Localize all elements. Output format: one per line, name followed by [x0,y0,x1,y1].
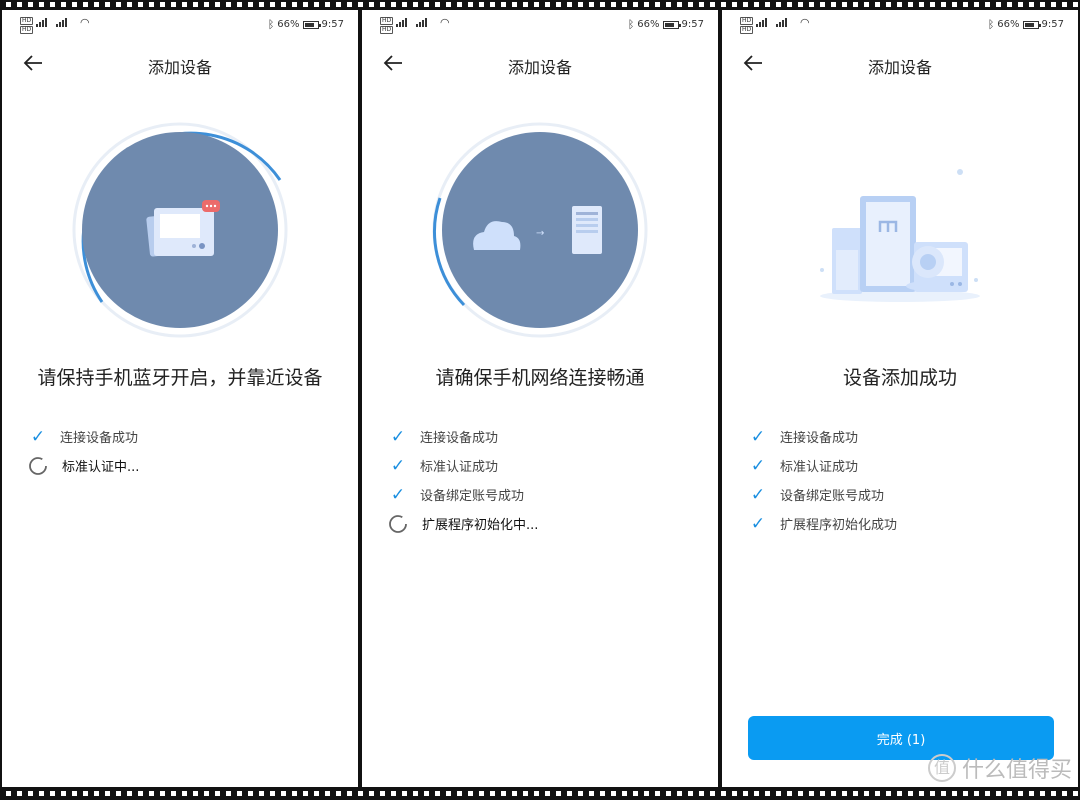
status-heading: 设备添加成功 [842,367,957,389]
wifi-icon: ◠ [440,16,450,29]
loading-spinner-icon [29,456,47,475]
page-title: 添加设备 [147,58,212,77]
nav-bar: 添加设备 [722,50,1078,80]
checkmark-icon: ✓ [390,484,406,505]
nav-bar: 添加设备 [362,50,718,80]
signal-icon [396,17,410,27]
wifi-icon: ◠ [800,16,810,29]
sim-hd-1: HD [380,17,394,25]
sim-hd-2: HD [20,26,34,34]
page-title: 添加设备 [867,58,932,77]
signal-icon [776,17,790,27]
step-label: 连接设备成功 [420,431,499,446]
checkmark-icon: ✓ [750,426,766,447]
step-label: 扩展程序初始化成功 [780,518,898,533]
battery-percent: 66% [637,19,660,30]
progress-steps: ✓ 连接设备成功 ✓ 标准认证成功 ✓ 设备绑定账号成功 扩展程序初始化中... [388,422,708,538]
checkmark-icon: ✓ [750,513,766,534]
step-item: ✓ 连接设备成功 [28,422,348,451]
nav-bar: 添加设备 [2,50,358,80]
watermark: 值 什么值得买 [927,752,1072,784]
step-item: 扩展程序初始化中... [388,509,708,538]
status-bar: HD HD ◠ ᛒ 66% 9:57 [362,10,718,40]
signal-icon [56,17,70,27]
status-bar: HD HD ◠ ᛒ 66% 9:57 [722,10,1078,40]
step-label: 连接设备成功 [780,431,859,446]
step-item: 标准认证中... [28,451,348,480]
film-border-top [0,0,1080,10]
step-item: ✓ 连接设备成功 [388,422,708,451]
status-bar: HD HD ◠ ᛒ 66% 9:57 [2,10,358,40]
step-item: ✓ 扩展程序初始化成功 [748,509,1068,538]
signal-icon [416,17,430,27]
checkmark-icon: ✓ [750,484,766,505]
battery-percent: 66% [277,19,300,30]
page-title: 添加设备 [507,58,572,77]
step-item: ✓ 设备绑定账号成功 [748,480,1068,509]
checkmark-icon: ✓ [750,455,766,476]
battery-percent: 66% [997,19,1020,30]
sim-hd-2: HD [740,26,754,34]
battery-icon [302,20,321,29]
step-item: ✓ 设备绑定账号成功 [388,480,708,509]
battery-icon [1022,20,1041,29]
bluetooth-icon: ᛒ [627,18,635,31]
screen-3: HD HD ◠ ᛒ 66% 9:57 添加设备 设备添加成功 ✓ 连接设备成功 … [722,10,1078,787]
status-heading: 请确保手机网络连接畅通 [435,367,645,389]
bluetooth-icon: ᛒ [267,18,275,31]
clock: 9:57 [681,19,704,30]
bluetooth-icon: ᛒ [987,18,995,31]
bluetooth-pairing-illustration [2,110,358,350]
step-item: ✓ 标准认证成功 [388,451,708,480]
sim-hd-1: HD [20,17,34,25]
checkmark-icon: ✓ [390,426,406,447]
loading-spinner-icon [389,514,407,533]
screen-2: HD HD ◠ ᛒ 66% 9:57 添加设备 → 请确保手机网络连接畅通 ✓ … [362,10,718,787]
mi-devices-illustration [722,110,1078,350]
step-label: 连接设备成功 [60,431,139,446]
progress-steps: ✓ 连接设备成功 标准认证中... [28,422,348,480]
step-item: ✓ 标准认证成功 [748,451,1068,480]
step-item: ✓ 连接设备成功 [748,422,1068,451]
battery-icon [662,20,681,29]
progress-steps: ✓ 连接设备成功 ✓ 标准认证成功 ✓ 设备绑定账号成功 ✓ 扩展程序初始化成功 [748,422,1068,538]
watermark-logo: 值 [927,754,956,782]
step-label: 标准认证成功 [780,460,859,475]
signal-icon [756,17,770,27]
film-border-bottom [0,787,1080,800]
step-label: 标准认证成功 [420,460,499,475]
svg-text:→: → [536,228,544,239]
wifi-icon: ◠ [80,16,90,29]
checkmark-icon: ✓ [390,455,406,476]
cloud-sync-illustration: → [362,110,718,350]
sim-hd-1: HD [740,17,754,25]
sim-hd-2: HD [380,26,394,34]
clock: 9:57 [321,19,344,30]
checkmark-icon: ✓ [30,426,46,447]
step-label: 设备绑定账号成功 [780,489,885,504]
clock: 9:57 [1041,19,1064,30]
step-label: 标准认证中... [62,460,140,475]
screen-1: HD HD ◠ ᛒ 66% 9:57 添加设备 请保持手机蓝牙开启，并靠近设备 … [2,10,358,787]
watermark-text: 什么值得买 [961,758,1072,783]
signal-icon [36,17,50,27]
status-heading: 请保持手机蓝牙开启，并靠近设备 [37,367,323,389]
step-label: 扩展程序初始化中... [422,518,539,533]
step-label: 设备绑定账号成功 [420,489,525,504]
